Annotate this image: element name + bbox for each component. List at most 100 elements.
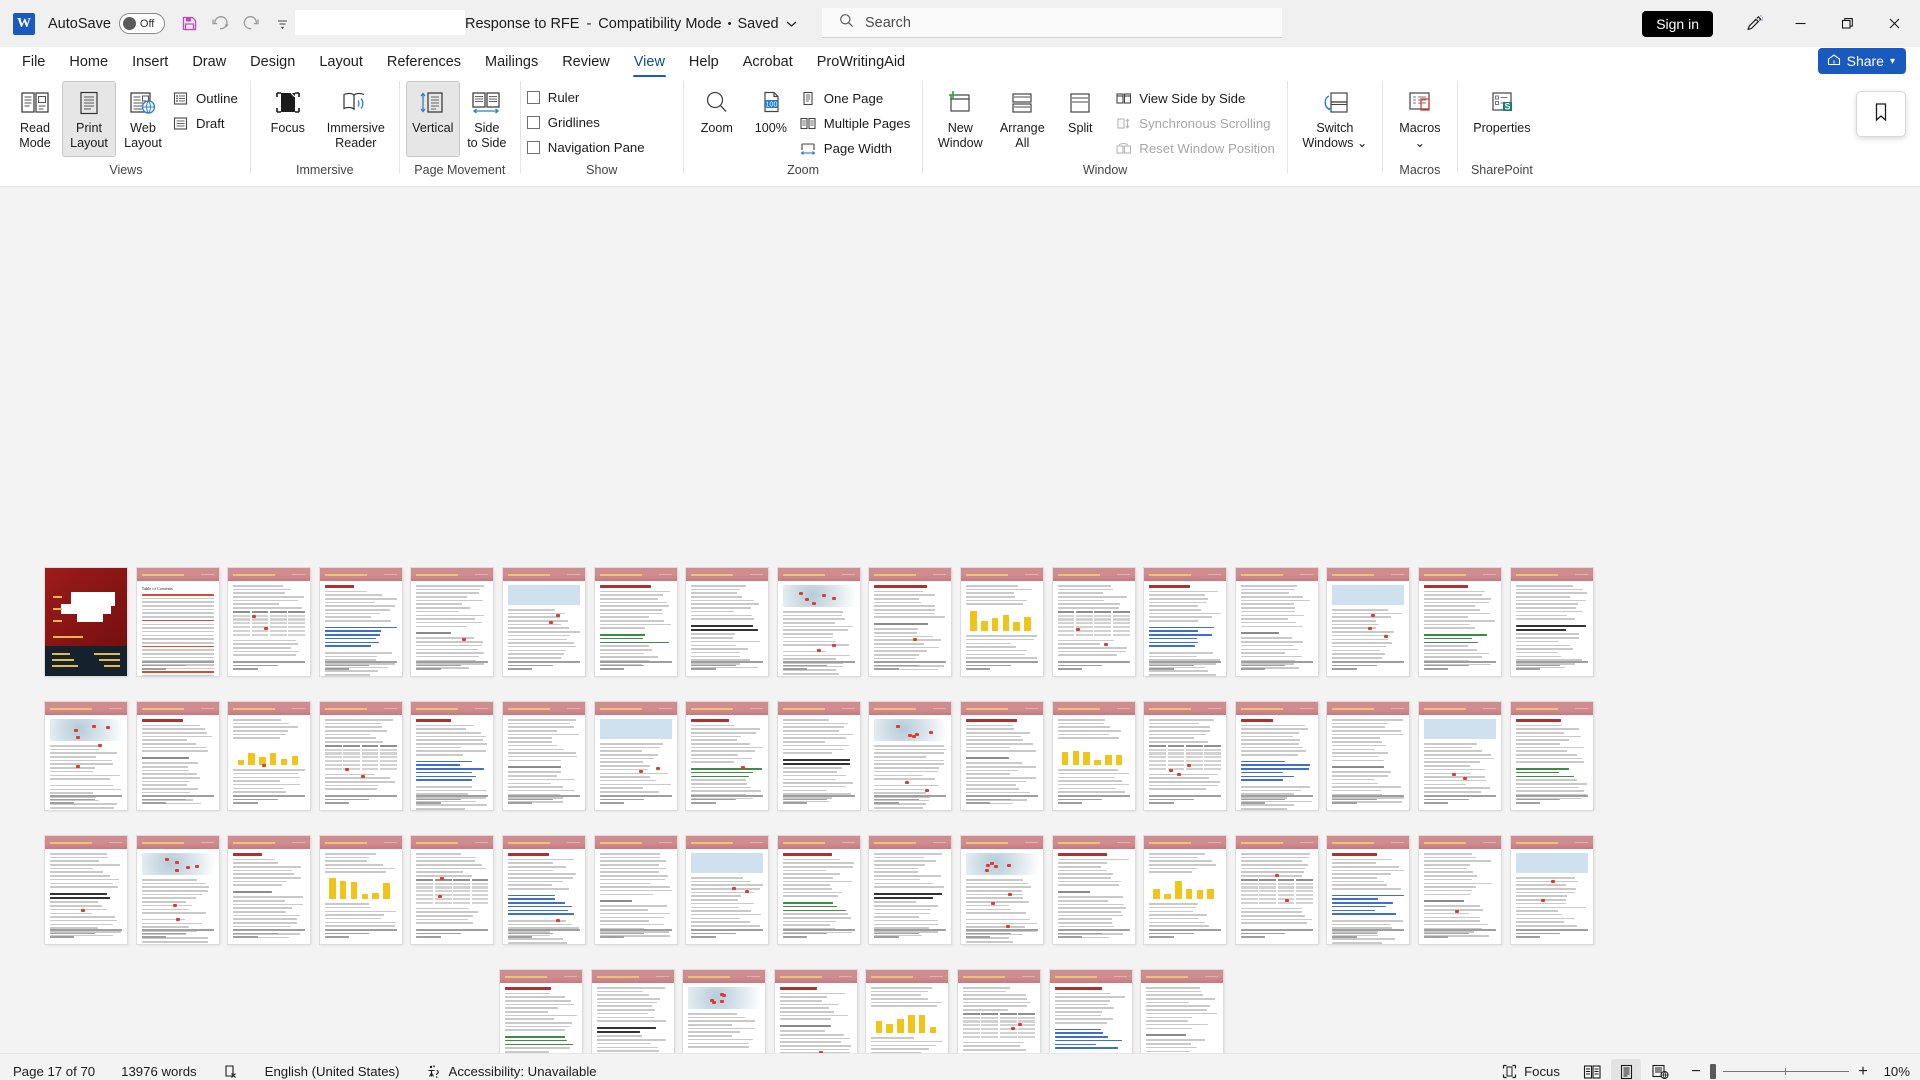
zoom-button[interactable]: Zoom [690, 81, 744, 157]
tab-design[interactable]: Design [238, 50, 307, 75]
page-thumbnail[interactable] [686, 702, 769, 810]
inking-pen-icon[interactable] [1731, 4, 1777, 44]
side-to-side-button[interactable]: Side to Side [460, 81, 514, 157]
document-canvas[interactable]: Table of Contents [0, 187, 1920, 1053]
view-side-by-side-button[interactable]: View Side by Side [1113, 87, 1281, 110]
page-thumbnail[interactable] [500, 970, 582, 1053]
macros-button[interactable]: Macros ⌄ [1389, 81, 1451, 157]
page-thumbnail[interactable] [866, 970, 949, 1053]
tab-help[interactable]: Help [677, 50, 731, 75]
reset-window-position-button[interactable]: Reset Window Position [1113, 137, 1281, 160]
page-thumbnail[interactable] [1144, 568, 1227, 676]
page-thumbnail[interactable] [594, 702, 677, 810]
zoom-slider-knob[interactable] [1710, 1064, 1716, 1079]
page-thumbnail[interactable] [869, 568, 952, 676]
read-mode-button[interactable]: Read Mode [8, 81, 62, 157]
page-thumbnail[interactable] [319, 836, 402, 944]
page-thumbnail[interactable] [1327, 836, 1410, 944]
new-window-button[interactable]: New Window [929, 81, 991, 157]
page-thumbnail[interactable] [869, 702, 952, 810]
focus-mode-button[interactable]: Focus [1489, 1058, 1573, 1080]
zoom-100-button[interactable]: 100 100% [744, 81, 798, 157]
page-thumbnail[interactable] [319, 568, 402, 676]
language-indicator[interactable]: English (United States) [252, 1058, 413, 1080]
web-layout-view-button[interactable] [1645, 1059, 1675, 1080]
page-thumbnail[interactable] [1510, 568, 1593, 676]
tab-prowritingaid[interactable]: ProWritingAid [805, 50, 917, 75]
page-thumbnail[interactable] [319, 702, 402, 810]
page-thumbnail[interactable] [960, 702, 1043, 810]
tab-draw[interactable]: Draw [180, 50, 238, 75]
page-thumbnail[interactable] [777, 568, 860, 676]
print-layout-button[interactable]: Print Layout [62, 81, 116, 157]
web-layout-button[interactable]: Web Layout [116, 81, 170, 157]
page-thumbnail[interactable] [1510, 836, 1593, 944]
page-thumbnail[interactable] [1052, 836, 1135, 944]
page-thumbnail[interactable] [683, 970, 766, 1053]
tab-review[interactable]: Review [550, 50, 622, 75]
page-thumbnail[interactable] [960, 836, 1043, 944]
save-icon[interactable] [176, 10, 204, 38]
page-thumbnail[interactable] [1144, 702, 1227, 810]
page-thumbnail[interactable] [594, 568, 677, 676]
page-thumbnail[interactable] [411, 568, 494, 676]
page-thumbnail[interactable] [45, 568, 127, 676]
page-thumbnail[interactable] [1052, 568, 1135, 676]
sign-in-button[interactable]: Sign in [1642, 10, 1713, 37]
customize-qat-icon[interactable] [269, 10, 297, 38]
title-chevron-down-icon[interactable] [786, 20, 797, 28]
page-thumbnail[interactable] [1235, 568, 1318, 676]
accessibility-indicator[interactable]: Accessibility: Unavailable [413, 1058, 610, 1080]
page-thumbnail[interactable] [1144, 836, 1227, 944]
page-thumbnail[interactable] [960, 568, 1043, 676]
outline-button[interactable]: Outline [170, 87, 244, 110]
properties-button[interactable]: S Properties [1464, 81, 1540, 157]
page-thumbnail[interactable] [777, 836, 860, 944]
restore-button[interactable] [1824, 0, 1871, 47]
tab-mailings[interactable]: Mailings [473, 50, 550, 75]
page-width-button[interactable]: Page Width [798, 137, 917, 160]
page-thumbnail[interactable] [777, 702, 860, 810]
zoom-in-button[interactable]: + [1856, 1063, 1870, 1080]
page-thumbnail[interactable] [228, 702, 311, 810]
page-thumbnail[interactable] [228, 836, 311, 944]
redo-icon[interactable] [238, 10, 266, 38]
tab-file[interactable]: File [10, 50, 57, 75]
page-thumbnail[interactable] [686, 568, 769, 676]
page-indicator[interactable]: Page 17 of 70 [0, 1058, 108, 1080]
page-thumbnail[interactable] [136, 836, 219, 944]
word-count[interactable]: 13976 words [108, 1058, 210, 1080]
synchronous-scrolling-button[interactable]: Synchronous Scrolling [1113, 112, 1281, 135]
page-thumbnail[interactable] [1235, 702, 1318, 810]
page-thumbnail[interactable] [1141, 970, 1224, 1053]
page-thumbnail[interactable] [411, 836, 494, 944]
page-thumbnail[interactable] [136, 702, 219, 810]
page-thumbnail[interactable] [1327, 568, 1410, 676]
document-title-bar[interactable]: Response to RFE - Compatibility Mode • S… [465, 0, 797, 47]
tab-references[interactable]: References [375, 50, 473, 75]
page-thumbnail[interactable] [1327, 702, 1410, 810]
close-button[interactable] [1871, 0, 1918, 47]
arrange-all-button[interactable]: Arrange All [991, 81, 1053, 157]
zoom-out-button[interactable]: − [1689, 1063, 1703, 1080]
tab-home[interactable]: Home [57, 50, 120, 75]
share-button[interactable]: Share ▾ [1817, 48, 1906, 74]
switch-windows-button[interactable]: Switch Windows ⌄ [1294, 81, 1376, 157]
gridlines-checkbox[interactable]: Gridlines [526, 112, 651, 132]
draft-button[interactable]: Draft [170, 112, 244, 135]
read-mode-view-button[interactable] [1577, 1059, 1607, 1080]
zoom-level-label[interactable]: 10% [1874, 1064, 1910, 1079]
tab-insert[interactable]: Insert [120, 50, 180, 75]
search-input[interactable]: Search [822, 8, 1282, 38]
tab-layout[interactable]: Layout [307, 50, 375, 75]
autosave-toggle[interactable]: Off [118, 13, 165, 34]
multiple-pages-button[interactable]: Multiple Pages [798, 112, 917, 135]
page-thumbnail[interactable] [1052, 702, 1135, 810]
page-thumbnail[interactable] [1418, 836, 1501, 944]
tab-acrobat[interactable]: Acrobat [731, 50, 805, 75]
page-thumbnail[interactable] [45, 836, 127, 944]
undo-icon[interactable] [207, 10, 235, 38]
ruler-checkbox[interactable]: Ruler [526, 87, 651, 107]
tab-view[interactable]: View [622, 50, 677, 78]
one-page-button[interactable]: One Page [798, 87, 917, 110]
